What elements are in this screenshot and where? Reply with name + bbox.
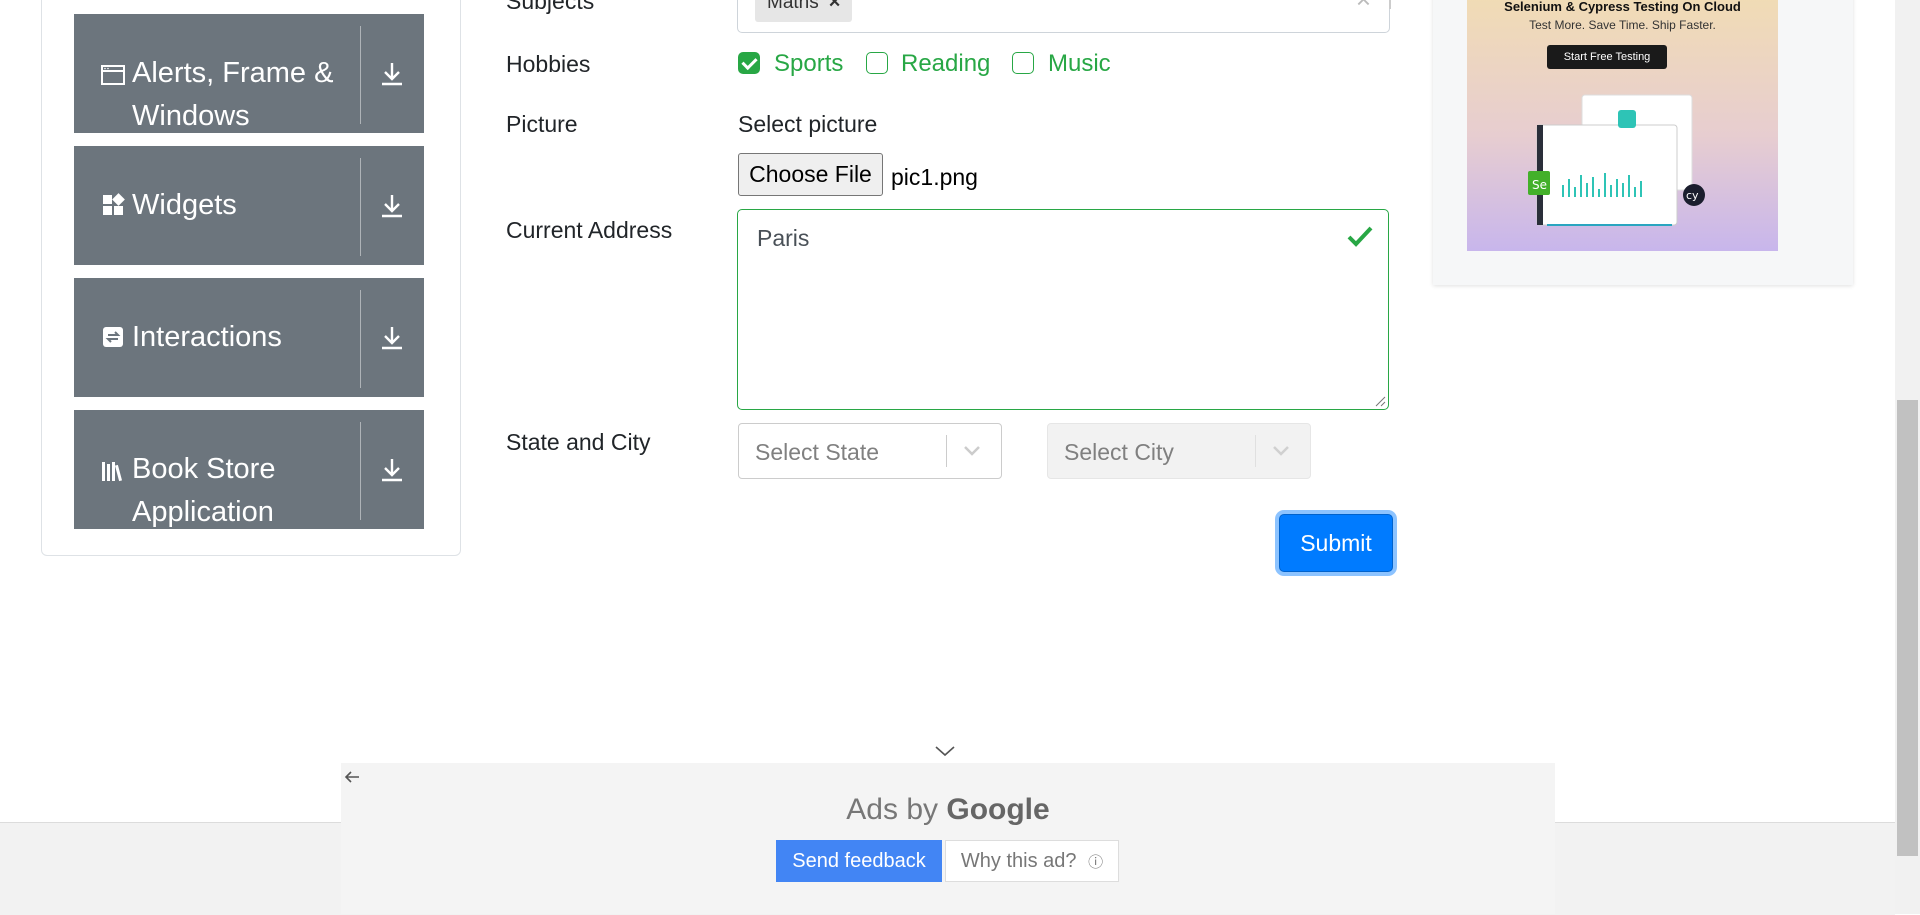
subjects-input[interactable]: Maths × × xyxy=(737,0,1391,33)
sidebar-group-widgets[interactable]: Widgets xyxy=(74,146,424,265)
download-icon[interactable] xyxy=(378,324,406,352)
sidebar-group-label: Widgets xyxy=(132,189,237,221)
scrollbar-thumb[interactable] xyxy=(1897,400,1918,856)
send-feedback-button[interactable]: Send feedback xyxy=(776,840,942,882)
google-logo: Google xyxy=(946,793,1050,826)
widgets-icon xyxy=(103,193,125,215)
why-this-ad-button[interactable]: Why this ad? ⓘ xyxy=(945,840,1119,882)
svg-text:Se: Se xyxy=(1532,178,1547,192)
resize-handle-icon[interactable] xyxy=(1374,395,1386,407)
ad-title: Selenium & Cypress Testing On Cloud xyxy=(1504,0,1741,14)
ad-banner[interactable]: Selenium & Cypress Testing On Cloud Test… xyxy=(1433,0,1853,285)
download-icon[interactable] xyxy=(378,456,406,484)
chevron-down-icon[interactable] xyxy=(961,441,983,461)
subject-chip: Maths × xyxy=(755,0,853,22)
picture-label: Picture xyxy=(506,111,578,137)
reading-checkbox-label[interactable]: Reading xyxy=(901,50,990,78)
subject-chip-label: Maths xyxy=(767,0,819,13)
file-name: pic1.png xyxy=(891,164,978,190)
valid-check-icon xyxy=(1347,226,1373,247)
ad-subtitle: Test More. Save Time. Ship Faster. xyxy=(1529,18,1716,32)
dashboard-illustration: Se cy xyxy=(1528,94,1705,226)
reading-checkbox[interactable] xyxy=(866,52,888,74)
download-icon[interactable] xyxy=(378,192,406,220)
divider xyxy=(946,435,947,467)
ad-cta-button[interactable]: Start Free Testing xyxy=(1547,45,1667,69)
divider xyxy=(1389,0,1391,9)
city-placeholder: Select City xyxy=(1064,439,1174,465)
state-placeholder: Select State xyxy=(755,439,880,465)
sidebar-group-label: Book Store Application xyxy=(132,453,276,528)
page-scrollbar[interactable] xyxy=(1895,0,1920,914)
info-icon: ⓘ xyxy=(1088,854,1104,871)
music-checkbox[interactable] xyxy=(1012,52,1034,74)
why-this-ad-label: Why this ad? xyxy=(960,850,1077,872)
divider xyxy=(1255,435,1256,467)
city-select[interactable]: Select City xyxy=(1047,423,1311,479)
chevron-down-icon[interactable] xyxy=(934,744,956,758)
books-icon xyxy=(102,462,123,482)
music-checkbox-label[interactable]: Music xyxy=(1048,50,1111,78)
divider xyxy=(360,26,361,124)
current-address-textarea[interactable]: Paris xyxy=(737,209,1389,410)
remove-chip-icon[interactable]: × xyxy=(829,0,841,13)
hobbies-label: Hobbies xyxy=(506,51,591,77)
current-address-label: Current Address xyxy=(506,217,673,243)
sidebar-group-interactions[interactable]: Interactions xyxy=(74,278,424,397)
choose-file-button[interactable]: Choose File xyxy=(738,153,883,196)
divider xyxy=(360,290,361,388)
interactions-icon xyxy=(103,327,123,347)
chevron-down-icon[interactable] xyxy=(1270,441,1292,461)
ads-by-google: Ads by Google xyxy=(341,793,1555,827)
state-select[interactable]: Select State xyxy=(738,423,1002,479)
ads-by-label: Ads by xyxy=(846,793,939,826)
sidebar-group-label: Alerts, Frame & Windows xyxy=(132,57,334,132)
current-address-value: Paris xyxy=(757,225,810,251)
clear-icon[interactable]: × xyxy=(1356,0,1371,15)
sidebar-group-book-store[interactable]: Book Store Application xyxy=(74,410,424,529)
divider xyxy=(360,422,361,520)
google-ad: Ads by Google Send feedback Why this ad?… xyxy=(341,763,1555,914)
svg-text:cy: cy xyxy=(1686,189,1699,202)
subjects-label: Subjects xyxy=(506,0,595,14)
sidebar-group-label: Interactions xyxy=(132,321,282,353)
download-icon[interactable] xyxy=(378,60,406,88)
window-icon xyxy=(101,65,125,85)
sports-checkbox[interactable] xyxy=(738,52,760,74)
divider xyxy=(360,158,361,256)
select-picture-label: Select picture xyxy=(738,111,878,137)
ad-creative[interactable]: Selenium & Cypress Testing On Cloud Test… xyxy=(1467,0,1778,251)
back-arrow-icon[interactable] xyxy=(343,769,361,785)
submit-button[interactable]: Submit xyxy=(1279,514,1393,572)
state-city-label: State and City xyxy=(506,429,651,455)
sidebar-group-alerts[interactable]: Alerts, Frame & Windows xyxy=(74,14,424,133)
sports-checkbox-label[interactable]: Sports xyxy=(774,50,843,78)
